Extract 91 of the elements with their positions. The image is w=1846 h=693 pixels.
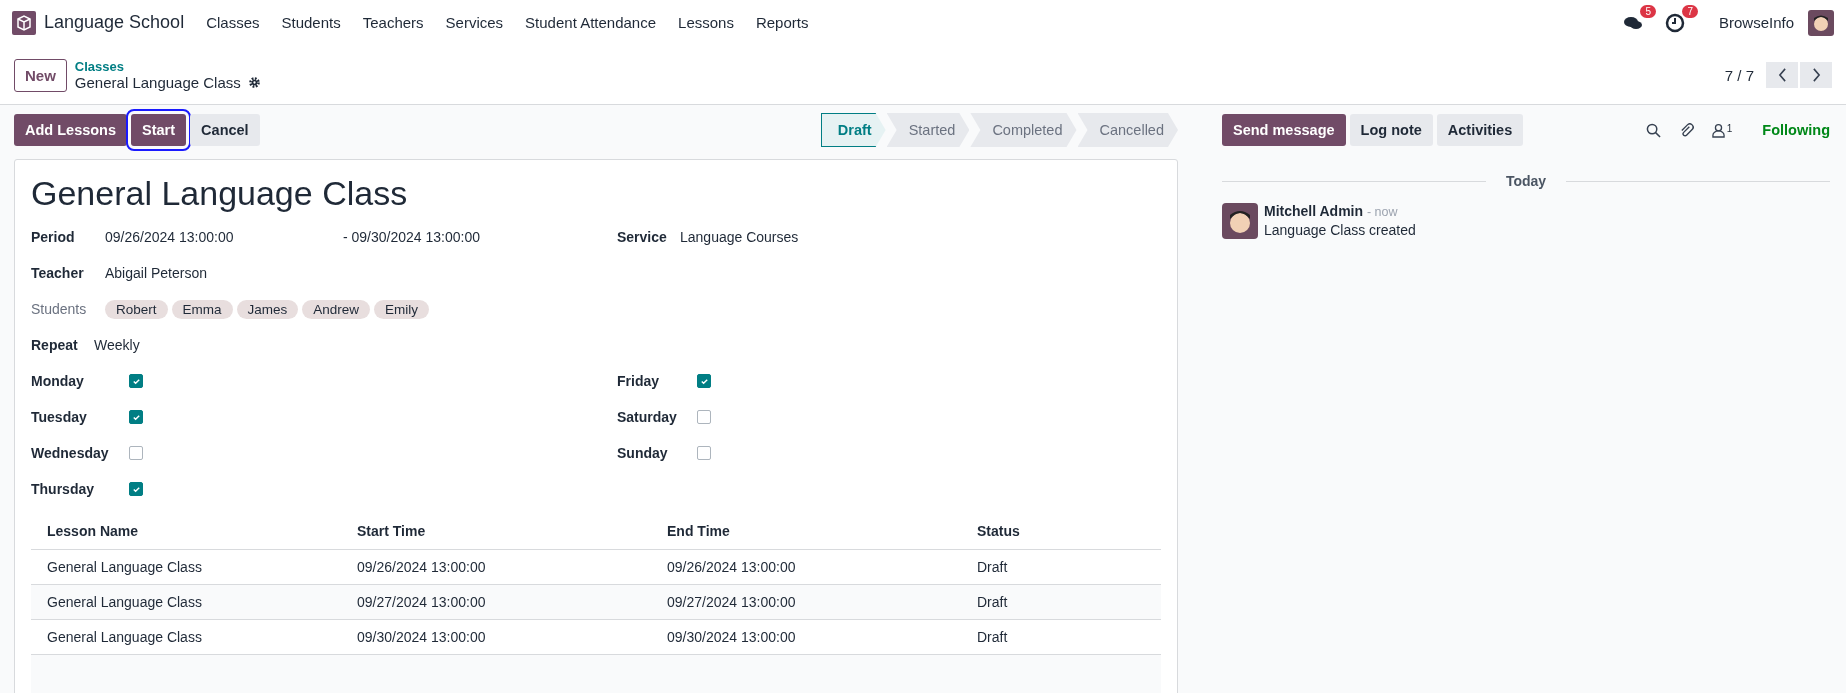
student-tag[interactable]: Andrew <box>302 299 371 319</box>
field-label: Saturday <box>617 409 678 425</box>
field-label: Repeat <box>31 337 79 353</box>
checkbox[interactable] <box>129 482 143 496</box>
status-stage[interactable]: Cancelled <box>1077 113 1178 147</box>
field-value[interactable]: Language Courses <box>680 229 799 245</box>
status-stage[interactable]: Started <box>886 113 970 147</box>
menu-item[interactable]: Classes <box>206 14 260 31</box>
search-icon[interactable] <box>1645 122 1661 138</box>
field-value[interactable]: Abigail Peterson <box>105 265 207 281</box>
field-label: Monday <box>31 373 85 389</box>
field-label: Tuesday <box>31 409 88 425</box>
checkmark-icon <box>699 376 709 386</box>
checkbox[interactable] <box>129 446 143 460</box>
company-name[interactable]: BrowseInfo <box>1718 14 1794 31</box>
table-cell: 09/30/2024 13:00:00 <box>341 619 651 655</box>
field-label: Teacher <box>31 265 85 281</box>
table-cell: General Language Class <box>31 549 341 585</box>
table-cell: General Language Class <box>31 584 341 620</box>
new-button[interactable]: New <box>14 58 67 92</box>
menu-item[interactable]: Services <box>445 14 504 31</box>
table-cell: Draft <box>961 619 1161 655</box>
following-link[interactable]: Following <box>1762 122 1830 138</box>
gear-icon[interactable] <box>247 76 261 89</box>
table-cell: 09/30/2024 13:00:00 <box>651 619 961 655</box>
checkmark-icon <box>131 484 141 494</box>
table-cell: 09/27/2024 13:00:00 <box>341 584 651 620</box>
checkmark-icon <box>131 412 141 422</box>
table-cell: 09/26/2024 13:00:00 <box>341 549 651 585</box>
table-cell: General Language Class <box>31 619 341 655</box>
table-cell: Draft <box>961 584 1161 620</box>
menu-item[interactable]: Student Attendance <box>525 14 657 31</box>
status-stage[interactable]: Draft <box>820 113 886 147</box>
avatar-icon <box>1222 203 1258 239</box>
chatter-button[interactable]: Activities <box>1436 114 1524 146</box>
menu-item[interactable]: Reports <box>755 14 809 31</box>
checkbox[interactable] <box>129 374 143 388</box>
column-header[interactable]: Lesson Name <box>31 513 341 550</box>
column-header[interactable]: Start Time <box>341 513 651 550</box>
field-value[interactable]: 09/26/2024 13:00:00 <box>105 229 343 245</box>
field-value[interactable]: Weekly <box>94 337 140 353</box>
avatar-icon[interactable] <box>1808 9 1834 36</box>
chatter-button[interactable]: Log note <box>1349 114 1433 146</box>
checkbox[interactable] <box>697 446 711 460</box>
field-label: Wednesday <box>31 445 110 461</box>
status-stage[interactable]: Completed <box>970 113 1077 147</box>
column-header[interactable]: End Time <box>651 513 961 550</box>
chevron-right-icon <box>1811 68 1821 82</box>
next-button[interactable] <box>1800 62 1832 88</box>
clock-icon[interactable] <box>1664 12 1685 33</box>
student-tag[interactable]: James <box>236 299 299 319</box>
chevron-left-icon <box>1777 68 1787 82</box>
student-tag[interactable]: Robert <box>105 299 168 319</box>
breadcrumb-current: General Language Class <box>74 74 241 91</box>
column-header[interactable]: Status <box>961 513 1161 550</box>
message-body: Language Class created <box>1264 222 1416 238</box>
message-author: Mitchell Admin <box>1264 203 1364 219</box>
previous-button[interactable] <box>1766 62 1798 88</box>
notification-badge: 5 <box>1640 4 1656 18</box>
field-label: Sunday <box>617 445 669 461</box>
field-label: Friday <box>617 373 660 389</box>
checkbox[interactable] <box>129 410 143 424</box>
person-icon[interactable] <box>1711 122 1725 138</box>
follower-count: 1 <box>1726 122 1733 134</box>
menu-item[interactable]: Lessons <box>678 14 734 31</box>
action-button[interactable]: Cancel <box>190 114 260 146</box>
pager-value: 7 / 7 <box>1724 66 1754 84</box>
chatter-button[interactable]: Send message <box>1222 114 1346 146</box>
app-name[interactable]: Language School <box>44 12 185 33</box>
table-cell: Draft <box>961 549 1161 585</box>
record-title: General Language Class <box>31 174 409 213</box>
message-time: - now <box>1366 205 1398 219</box>
table-cell: 09/27/2024 13:00:00 <box>651 584 961 620</box>
date-separator: Today <box>1504 173 1548 189</box>
notification-badge: 7 <box>1682 4 1698 18</box>
app-logo-icon[interactable] <box>12 10 36 35</box>
field-label: Students <box>31 301 88 317</box>
checkmark-icon <box>131 376 141 386</box>
breadcrumb-link[interactable]: Classes <box>74 59 261 74</box>
menu-item[interactable]: Teachers <box>362 14 424 31</box>
table-cell: 09/26/2024 13:00:00 <box>651 549 961 585</box>
field-value[interactable]: - 09/30/2024 13:00:00 <box>343 229 480 245</box>
student-tag[interactable]: Emma <box>171 299 233 319</box>
checkbox[interactable] <box>697 374 711 388</box>
menu-item[interactable]: Students <box>281 14 341 31</box>
field-label: Period <box>31 229 76 245</box>
field-label: Thursday <box>31 481 95 497</box>
field-label: Service <box>617 229 668 245</box>
checkbox[interactable] <box>697 410 711 424</box>
student-tag[interactable]: Emily <box>374 299 430 319</box>
action-button[interactable]: Add Lessons <box>14 114 128 146</box>
